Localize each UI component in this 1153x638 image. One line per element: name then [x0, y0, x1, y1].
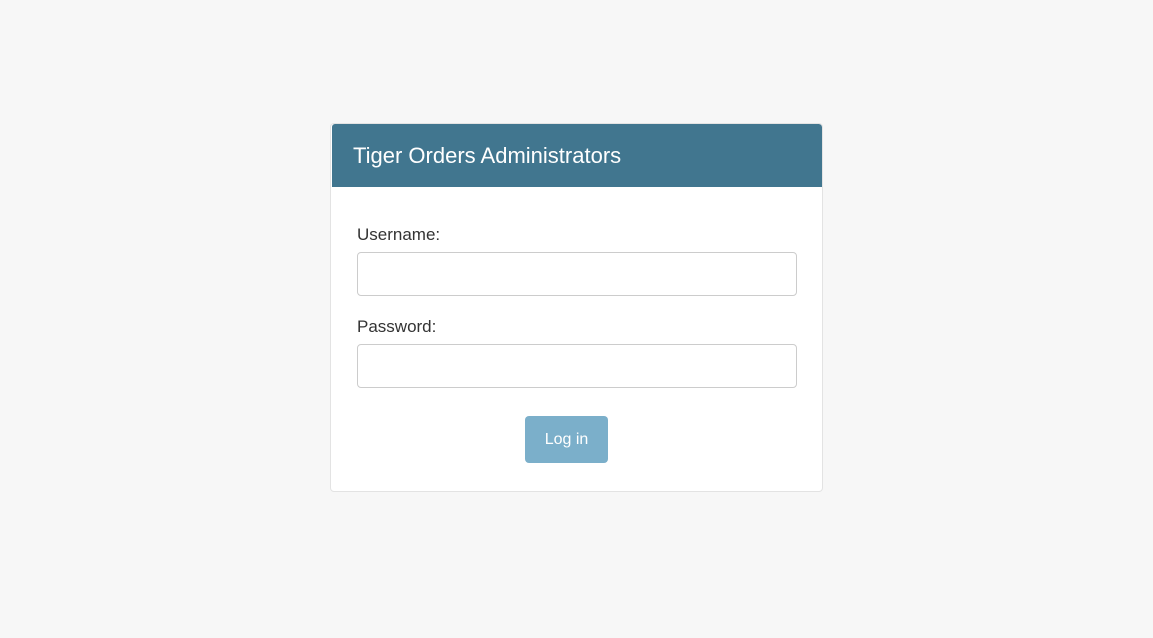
- username-input[interactable]: [357, 252, 797, 296]
- password-label: Password:: [357, 317, 437, 336]
- panel-title: Tiger Orders Administrators: [353, 143, 622, 168]
- panel-header: Tiger Orders Administrators: [332, 124, 822, 187]
- login-panel: Tiger Orders Administrators Username: Pa…: [330, 123, 823, 492]
- password-input[interactable]: [357, 344, 797, 388]
- login-button[interactable]: Log in: [525, 416, 608, 463]
- username-label: Username:: [357, 225, 441, 244]
